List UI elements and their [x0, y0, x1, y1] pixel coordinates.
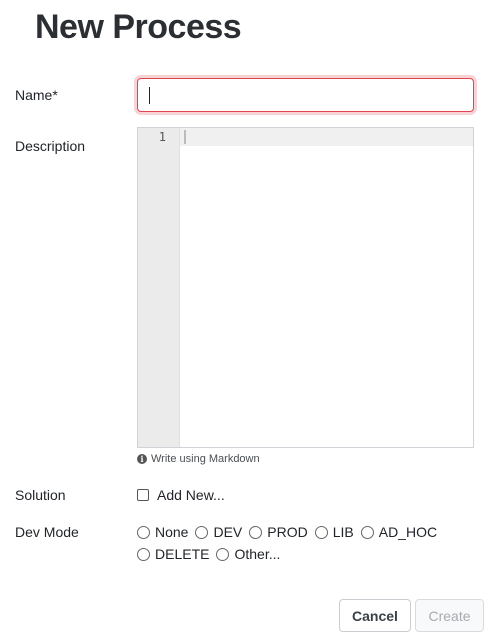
info-icon: i — [137, 454, 147, 464]
dev-mode-option-ad-hoc[interactable]: AD_HOC — [360, 524, 438, 540]
radio-other[interactable] — [216, 547, 230, 561]
radio-lib[interactable] — [314, 525, 328, 539]
radio-label: PROD — [267, 524, 308, 540]
dev-mode-options-row-1: None DEV PROD LIB AD_HOC — [137, 524, 444, 540]
add-new-checkbox[interactable] — [137, 489, 149, 501]
dev-mode-option-delete[interactable]: DELETE — [137, 546, 209, 562]
add-new-solution[interactable]: Add New... — [137, 487, 225, 503]
dev-mode-option-other[interactable]: Other... — [216, 546, 280, 562]
line-number-gutter: 1 — [138, 128, 180, 447]
dev-mode-option-prod[interactable]: PROD — [249, 524, 308, 540]
radio-label: DEV — [213, 524, 243, 540]
editor-caret — [184, 130, 186, 144]
description-label: Description — [15, 138, 86, 154]
radio-dev[interactable] — [195, 525, 209, 539]
dev-mode-option-dev[interactable]: DEV — [195, 524, 242, 540]
radio-none[interactable] — [137, 525, 150, 539]
create-button[interactable]: Create — [415, 599, 484, 632]
dev-mode-options-row-2: DELETE Other... — [137, 546, 287, 562]
radio-prod[interactable] — [249, 525, 263, 539]
radio-label: None — [155, 524, 189, 540]
radio-label: Other... — [234, 546, 281, 562]
radio-label: AD_HOC — [378, 524, 438, 540]
text-caret — [149, 87, 150, 104]
active-line-highlight — [180, 128, 473, 146]
description-editor[interactable]: 1 — [137, 127, 474, 448]
add-new-label: Add New... — [157, 487, 225, 503]
dev-mode-label: Dev Mode — [15, 524, 79, 540]
cancel-button[interactable]: Cancel — [339, 599, 411, 632]
name-input[interactable] — [137, 78, 474, 112]
markdown-hint-text: Write using Markdown — [151, 453, 260, 465]
markdown-hint: i Write using Markdown — [137, 453, 260, 465]
new-process-form: New Process Name* Description 1 i Write … — [0, 0, 492, 640]
dev-mode-option-lib[interactable]: LIB — [314, 524, 354, 540]
page-title: New Process — [35, 8, 242, 46]
radio-ad-hoc[interactable] — [360, 525, 374, 539]
dev-mode-option-none[interactable]: None — [137, 524, 188, 540]
radio-label: DELETE — [155, 546, 210, 562]
line-number: 1 — [158, 130, 166, 144]
solution-label: Solution — [15, 487, 66, 503]
radio-delete[interactable] — [137, 547, 150, 561]
radio-label: LIB — [332, 524, 354, 540]
name-label: Name* — [15, 87, 58, 103]
